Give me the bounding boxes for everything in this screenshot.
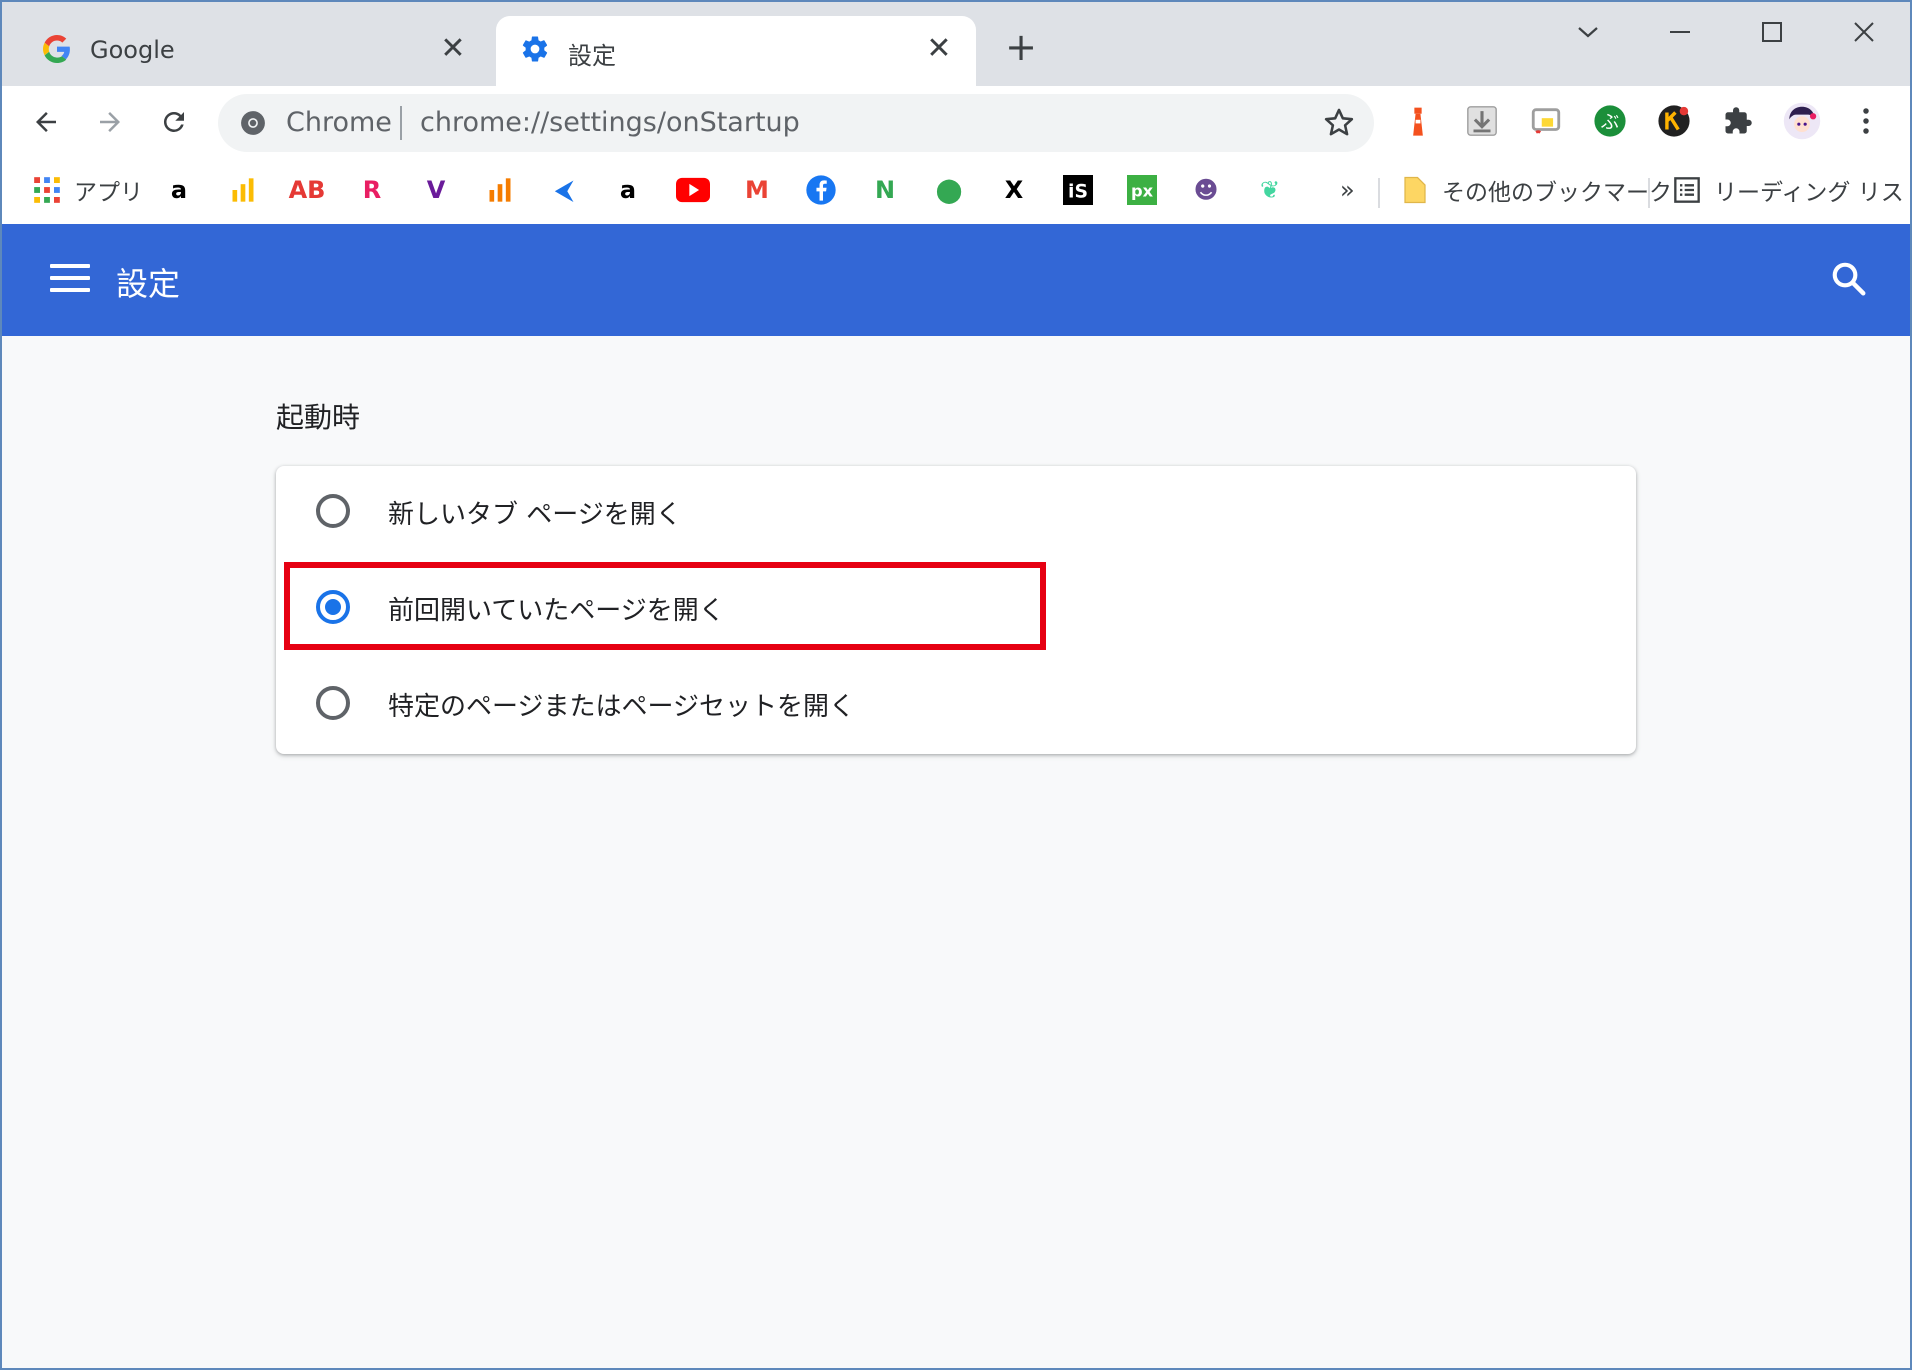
browser-toolbar: Chrome chrome://settings/onStartup ぶ <box>0 86 1912 160</box>
svg-text:ぶ: ぶ <box>1601 112 1619 133</box>
vectorworks-icon: V <box>426 176 446 204</box>
omnibox-url[interactable]: chrome://settings/onStartup <box>420 107 800 138</box>
bookmark-apps[interactable]: アプリ <box>30 170 143 210</box>
bookmark-google-ads[interactable] <box>226 170 260 210</box>
address-bar[interactable]: Chrome chrome://settings/onStartup <box>218 94 1374 152</box>
svg-text:iS: iS <box>1068 182 1088 203</box>
bookmarks-divider <box>1648 178 1650 208</box>
character-avatar-icon: ☻ <box>1193 176 1219 204</box>
bookmark-arrow-app[interactable]: ⮜ <box>547 170 581 210</box>
gmail-icon: M <box>745 176 769 204</box>
bookmark-x[interactable]: X <box>997 170 1031 210</box>
close-icon[interactable]: ✕ <box>924 34 954 64</box>
forward-arrow-icon[interactable] <box>88 100 132 144</box>
green-leaf-icon: ❦ <box>1259 176 1281 204</box>
window-close-icon[interactable] <box>1844 14 1884 50</box>
settings-header: 設定 <box>2 224 1910 336</box>
startup-option-specific-pages[interactable]: 特定のページまたはページセットを開く <box>276 658 1636 754</box>
reload-icon[interactable] <box>152 100 196 144</box>
page-title: 設定 <box>116 265 181 303</box>
gear-icon <box>520 34 550 64</box>
puzzle-extensions-icon[interactable] <box>1718 101 1758 141</box>
folder-icon <box>1398 173 1432 207</box>
bookmark-ab[interactable]: AB <box>288 170 326 210</box>
amazon-icon: a <box>170 176 188 204</box>
colorful-app-icon: N <box>874 176 896 204</box>
tab-strip: Google ✕ 設定 ✕ + <box>0 0 1912 86</box>
x-icon: X <box>1004 176 1024 204</box>
omnibox-chip: Chrome <box>286 107 392 138</box>
tab-title: 設定 <box>568 42 616 70</box>
apps-grid-icon <box>30 173 64 207</box>
bookmark-other-bookmarks[interactable]: その他のブックマーク <box>1398 170 1672 210</box>
search-icon[interactable] <box>1830 260 1872 302</box>
radio-label: 特定のページまたはページセットを開く <box>388 692 855 722</box>
bookmark-analytics[interactable] <box>483 170 517 210</box>
back-arrow-icon[interactable] <box>24 100 68 144</box>
bookmarks-divider <box>1378 178 1380 208</box>
bookmark-rakuten[interactable]: R <box>355 170 389 210</box>
new-tab-button[interactable]: + <box>1004 28 1038 66</box>
bookmark-other-label: その他のブックマーク <box>1442 180 1672 206</box>
bookmarks-overflow-chevron[interactable]: » <box>1340 170 1355 210</box>
reading-list-button[interactable]: リーディング リスト <box>1670 170 1912 210</box>
bookmarks-bar: アプリ a AB R V ⮜ a M N ⬤ XiS px ☻ ❦ » その他のブックマーク リーディン… <box>0 160 1912 225</box>
download-extension-icon[interactable] <box>1462 101 1502 141</box>
radio-button[interactable] <box>316 686 350 720</box>
hamburger-menu-icon[interactable] <box>50 264 90 298</box>
tab-title: Google <box>90 36 175 64</box>
highlight-annotation-box <box>284 562 1046 650</box>
lighthouse-extension-icon[interactable] <box>1398 101 1438 141</box>
reading-list-label: リーディング リスト <box>1714 180 1912 206</box>
bookmark-youtube[interactable] <box>676 170 710 210</box>
minimize-icon[interactable] <box>1660 14 1700 50</box>
bookmark-star-icon[interactable] <box>1322 106 1356 140</box>
bookmark-character-avatar[interactable]: ☻ <box>1189 170 1223 210</box>
bookmark-green-leaf[interactable]: ❦ <box>1253 170 1287 210</box>
google-ads-icon <box>226 173 260 207</box>
more-menu-icon[interactable] <box>1846 101 1886 141</box>
close-icon[interactable]: ✕ <box>438 34 468 64</box>
cast-extension-icon[interactable] <box>1526 101 1566 141</box>
amazon-icon: a <box>619 176 637 204</box>
startup-option-new-tab[interactable]: 新しいタブ ページを開く <box>276 466 1636 562</box>
bookmark-amazon[interactable]: a <box>162 170 196 210</box>
svg-text:px: px <box>1131 181 1154 200</box>
pixiv-icon: px <box>1125 173 1159 207</box>
radio-button[interactable] <box>316 494 350 528</box>
rakuten-icon: R <box>362 176 382 204</box>
bookmark-pixiv[interactable]: px <box>1125 170 1159 210</box>
facebook-icon <box>804 173 838 207</box>
is-icon: iS <box>1061 173 1095 207</box>
bookmark-apps-label: アプリ <box>74 180 143 206</box>
google-g-icon <box>42 34 72 64</box>
analytics-icon <box>483 173 517 207</box>
omnibox-separator <box>400 106 402 140</box>
bookmark-vectorworks[interactable]: V <box>419 170 453 210</box>
bookmark-facebook[interactable] <box>804 170 838 210</box>
arrow-app-icon: ⮜ <box>555 176 573 204</box>
google-maps-icon: ⬤ <box>935 176 963 204</box>
bookmark-google-maps[interactable]: ⬤ <box>932 170 966 210</box>
tab-search-chevron-icon[interactable] <box>1568 14 1608 50</box>
maximize-icon[interactable] <box>1752 14 1792 50</box>
orange-extension-icon[interactable] <box>1654 101 1694 141</box>
bookmark-colorful-app[interactable]: N <box>868 170 902 210</box>
reading-list-icon <box>1670 173 1704 207</box>
chrome-logo-icon <box>240 110 266 136</box>
green-extension-icon[interactable]: ぶ <box>1590 101 1630 141</box>
tab-google[interactable]: Google ✕ <box>0 16 490 86</box>
bookmark-is[interactable]: iS <box>1061 170 1095 210</box>
profile-avatar[interactable] <box>1782 101 1822 141</box>
bookmark-amazon[interactable]: a <box>611 170 645 210</box>
youtube-icon <box>676 173 710 207</box>
tab-settings[interactable]: 設定 ✕ <box>496 16 976 86</box>
ab-icon: AB <box>288 176 326 204</box>
bookmark-gmail[interactable]: M <box>740 170 774 210</box>
radio-label: 新しいタブ ページを開く <box>388 500 682 530</box>
section-title-startup: 起動時 <box>276 401 361 434</box>
